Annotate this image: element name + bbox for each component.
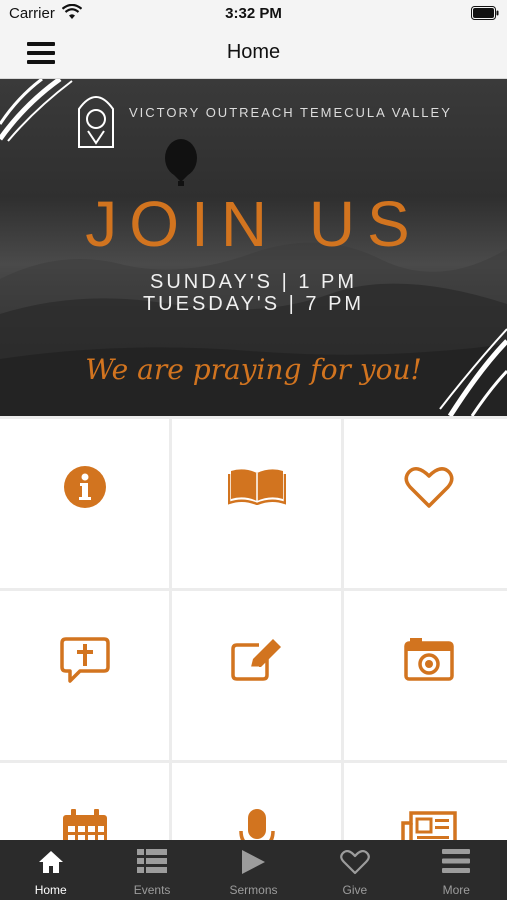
schedule-line: TUESDAY'S | 7 PM xyxy=(142,293,365,315)
battery-icon xyxy=(471,6,499,20)
list-icon xyxy=(137,849,168,873)
tab-label: Events xyxy=(133,883,171,897)
grid-tile-news[interactable] xyxy=(344,763,507,840)
more-menu-icon xyxy=(442,849,471,873)
info-icon xyxy=(63,466,106,508)
hot-air-balloon-icon xyxy=(165,139,197,186)
church-logo-icon xyxy=(78,96,114,148)
home-icon xyxy=(38,851,63,873)
clock-time: 3:32 PM xyxy=(225,5,282,22)
tab-label: Home xyxy=(34,883,67,897)
tab-label: Give xyxy=(342,883,368,897)
headline: JOIN US xyxy=(85,188,422,260)
calendar-icon xyxy=(62,809,107,840)
heart-outline-icon xyxy=(340,849,370,875)
tab-bar: Home Events Sermons Give More xyxy=(0,840,507,900)
feature-grid xyxy=(0,416,507,840)
schedule-line: SUNDAY'S | 1 PM xyxy=(149,271,357,293)
newspaper-icon xyxy=(400,811,457,840)
tagline: We are praying for you! xyxy=(85,353,422,386)
open-book-icon xyxy=(227,469,286,505)
grid-tile-calendar[interactable] xyxy=(0,763,169,840)
play-icon xyxy=(242,850,266,874)
page-title: Home xyxy=(226,41,281,63)
grid-tile-prayer[interactable] xyxy=(0,591,169,760)
tab-more[interactable]: More xyxy=(406,840,507,900)
navigation-bar: Home xyxy=(0,30,507,79)
grid-tile-favorites[interactable] xyxy=(344,419,507,588)
tab-label: More xyxy=(442,883,470,897)
grid-tile-notes[interactable] xyxy=(172,591,341,760)
status-bar: Carrier 3:32 PM xyxy=(0,0,507,30)
prayer-chat-icon xyxy=(59,637,110,683)
grid-tile-audio[interactable] xyxy=(172,763,341,840)
tab-give[interactable]: Give xyxy=(304,840,405,900)
organization-name: VICTORY OUTREACH TEMECULA VALLEY xyxy=(129,105,452,120)
service-schedule: SUNDAY'S | 1 PM TUESDAY'S | 7 PM xyxy=(0,271,507,315)
welcome-banner: VICTORY OUTREACH TEMECULA VALLEY JOIN US… xyxy=(0,79,507,416)
tab-events[interactable]: Events xyxy=(101,840,202,900)
grid-tile-info[interactable] xyxy=(0,419,169,588)
microphone-icon xyxy=(238,809,275,840)
tab-home[interactable]: Home xyxy=(0,840,101,900)
heart-icon xyxy=(404,467,453,508)
grid-tile-bible[interactable] xyxy=(172,419,341,588)
edit-note-icon xyxy=(230,639,281,681)
tab-label: Sermons xyxy=(229,883,278,897)
grid-tile-photos[interactable] xyxy=(344,591,507,760)
tab-sermons[interactable]: Sermons xyxy=(203,840,304,900)
camera-icon xyxy=(403,638,454,681)
